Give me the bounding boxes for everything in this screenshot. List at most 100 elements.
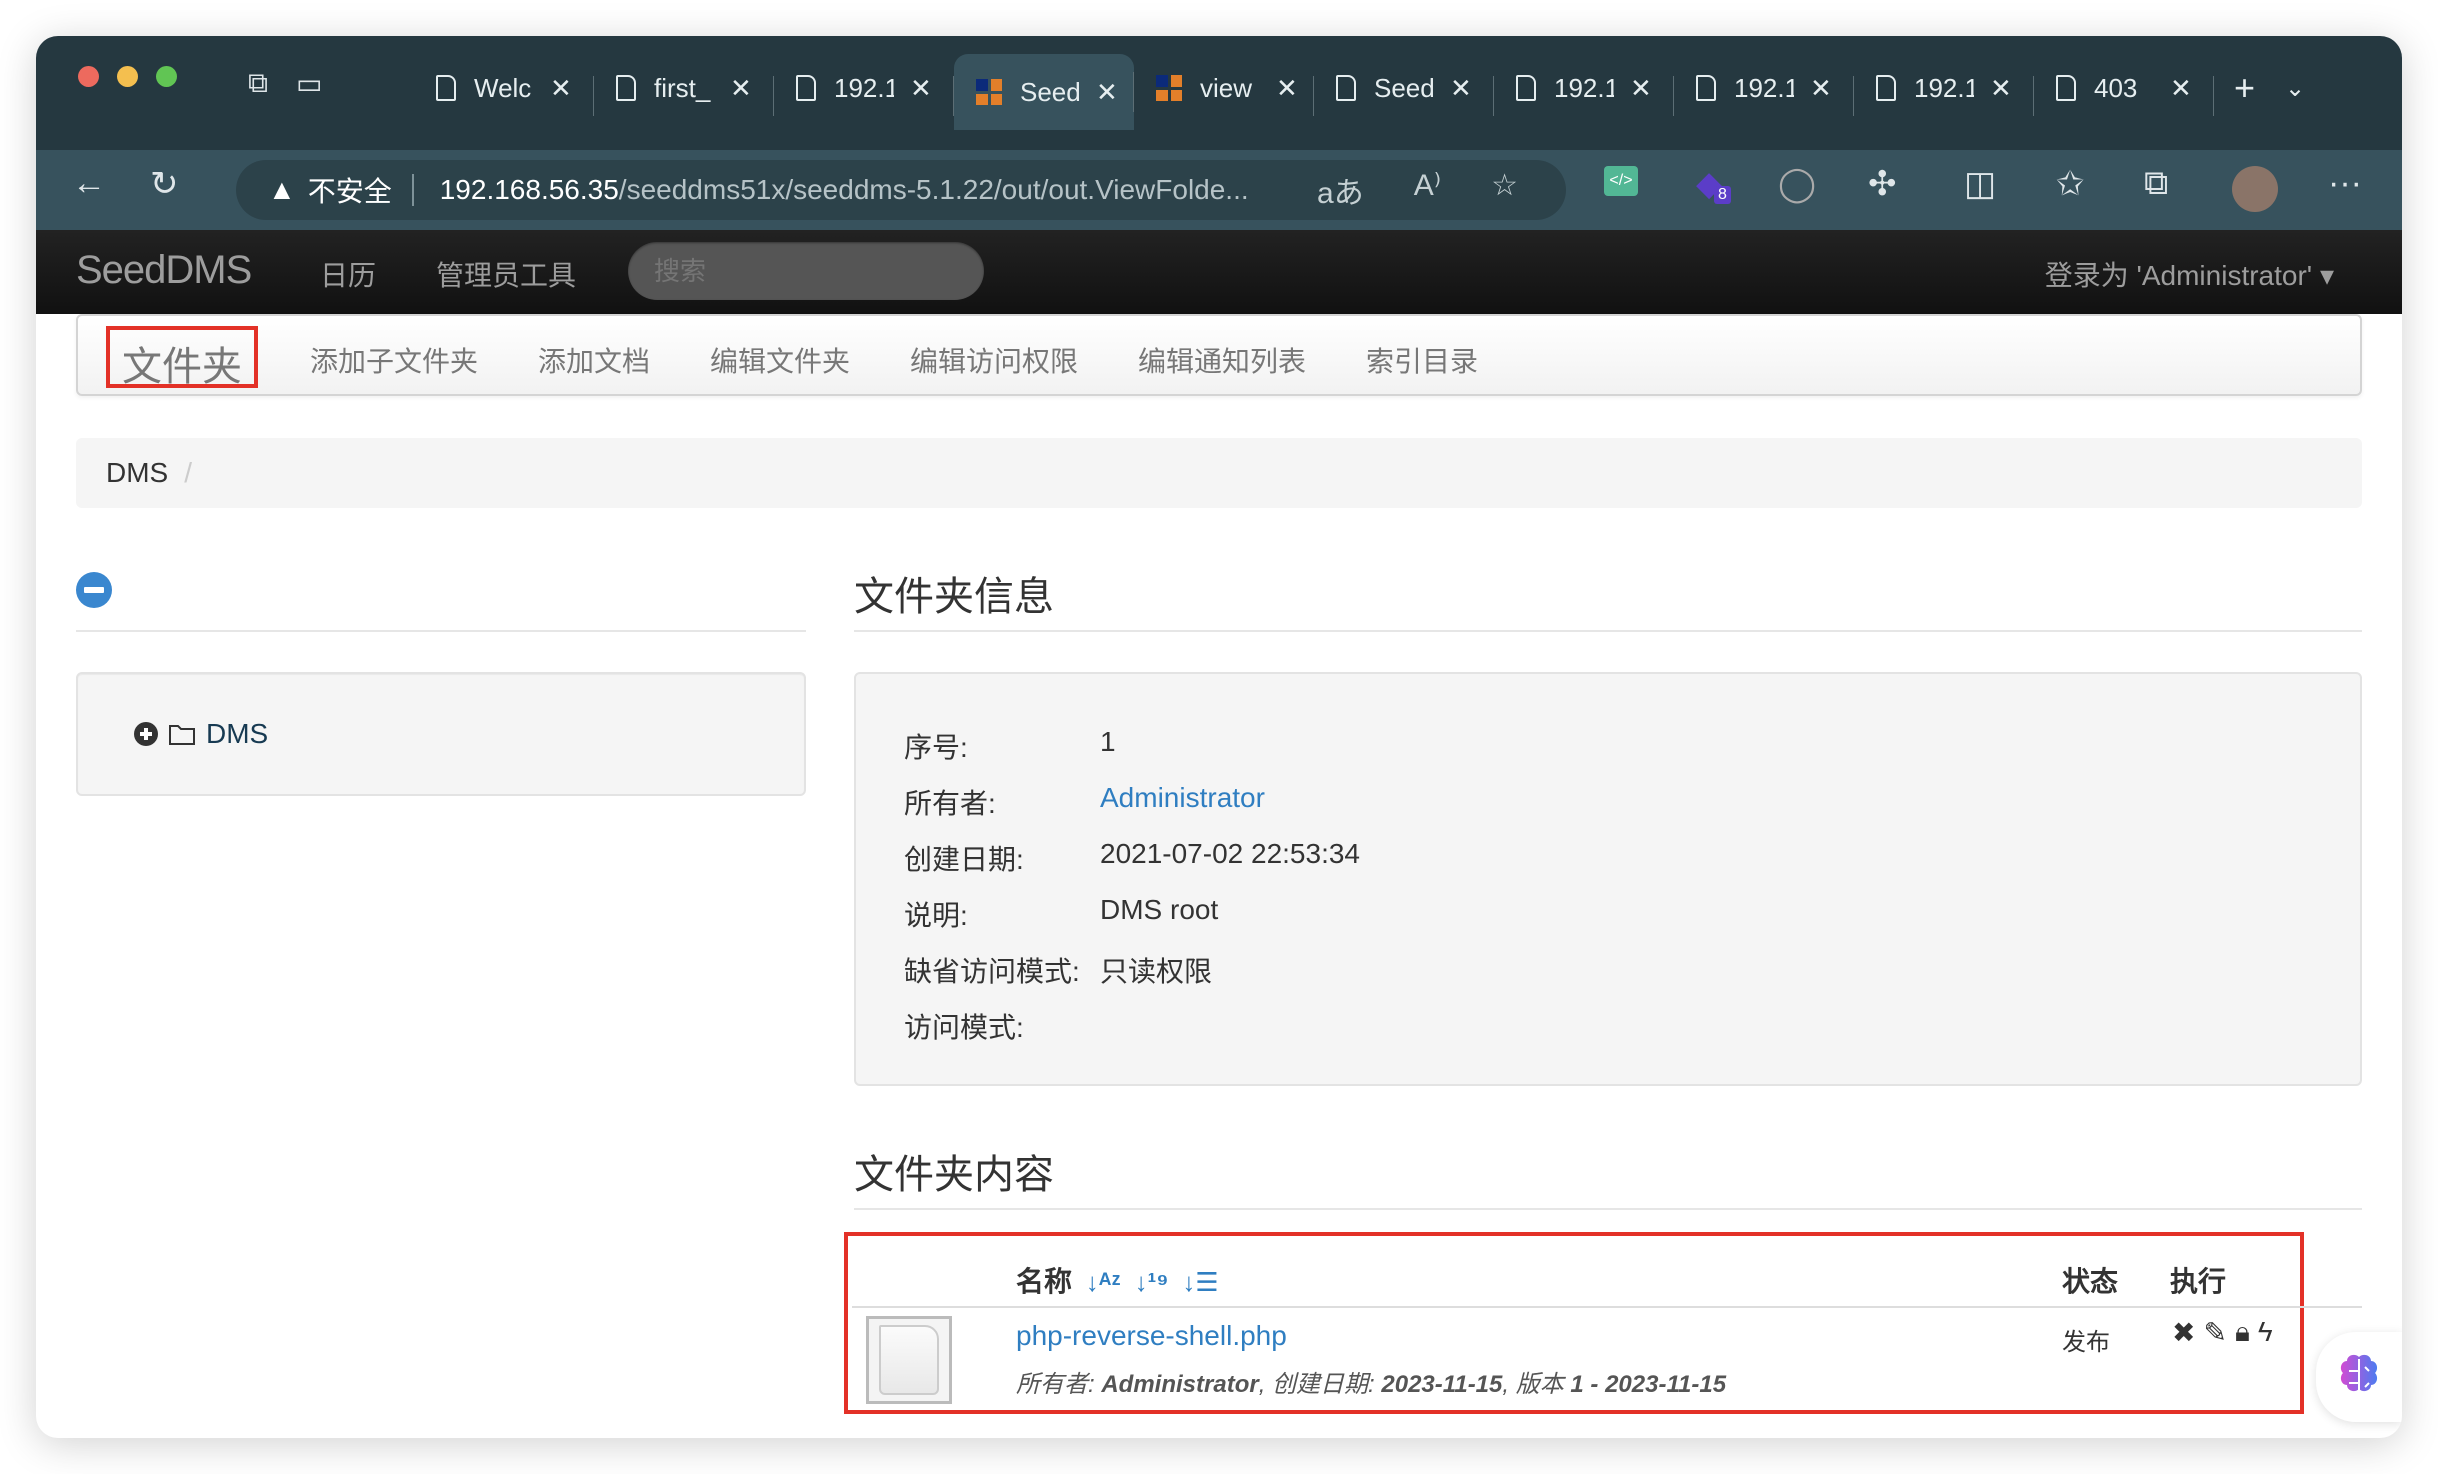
tab-close-icon[interactable]: ✕	[550, 73, 572, 104]
browser-tab[interactable]: 192.1 ✕	[1494, 58, 1674, 118]
info-row-access-mode: 访问模式:	[904, 1012, 1024, 1043]
extension-icon[interactable]: ◆ 8	[1696, 164, 1731, 204]
sort-numeric-icon[interactable]: ↓¹⁹	[1135, 1267, 1169, 1297]
tab-close-icon[interactable]: ✕	[2170, 73, 2192, 104]
back-icon[interactable]: ←	[72, 164, 106, 203]
split-screen-icon[interactable]: ◫	[1964, 164, 1996, 204]
folder-content-title: 文件夹内容	[854, 1153, 1054, 1197]
tab-actions: ⧉ ▭	[248, 60, 322, 106]
circle-extension-icon[interactable]: ◯	[1778, 164, 1816, 204]
refresh-icon[interactable]: ↻	[150, 164, 179, 204]
info-row-id: 序号: 1	[904, 726, 1116, 763]
edit-icon[interactable]: ✎	[2203, 1316, 2226, 1349]
brand-logo[interactable]: SeedDMS	[76, 248, 252, 293]
user-menu[interactable]: 登录为 'Administrator' ▾	[2045, 254, 2334, 294]
collapse-icon[interactable]	[76, 572, 112, 608]
caret-down-icon: ▾	[2319, 260, 2334, 291]
browser-tab[interactable]: 403 ✕	[2034, 58, 2214, 118]
sort-order-icon[interactable]: ↓☰	[1182, 1267, 1218, 1297]
folder-icon	[169, 725, 195, 745]
tab-close-icon[interactable]: ✕	[1450, 73, 1472, 104]
info-row-owner: 所有者: Administrator	[904, 782, 1265, 822]
search-input[interactable]	[628, 242, 984, 300]
translate-icon[interactable]: aあ	[1317, 168, 1364, 212]
subnav-edit-notify[interactable]: 编辑通知列表	[1138, 340, 1306, 380]
browser-tab[interactable]: 192.1 ✕	[774, 58, 954, 118]
workspaces-icon[interactable]: ⧉	[248, 67, 268, 100]
subnav-edit-access[interactable]: 编辑访问权限	[910, 340, 1078, 380]
tab-title: 192.1	[834, 72, 894, 103]
subnav-edit-folder[interactable]: 编辑文件夹	[710, 340, 850, 380]
owner-link[interactable]: Administrator	[1100, 782, 1265, 822]
minimize-window-button[interactable]	[117, 66, 138, 87]
favorite-star-icon[interactable]: ☆	[1491, 168, 1518, 212]
subnav-add-subfolder[interactable]: 添加子文件夹	[310, 340, 478, 380]
address-bar[interactable]: ▲ 不安全 192.168.56.35 /seeddms51x/seeddms-…	[236, 160, 1566, 220]
ai-assistant-button[interactable]	[2316, 1332, 2402, 1422]
maximize-window-button[interactable]	[156, 66, 177, 87]
file-icon	[879, 1325, 939, 1395]
tab-close-icon[interactable]: ✕	[1630, 73, 1652, 104]
lock-icon[interactable]: 🔒︎	[2235, 1316, 2250, 1349]
browser-tab[interactable]: Seed ✕	[1314, 58, 1494, 118]
close-window-button[interactable]	[78, 66, 99, 87]
nav-calendar[interactable]: 日历	[320, 254, 376, 294]
seeddms-icon	[1156, 75, 1182, 101]
tab-close-icon[interactable]: ✕	[1990, 73, 2012, 104]
browser-tab[interactable]: Seed ✕	[954, 54, 1134, 130]
sort-alpha-icon[interactable]: ↓ᴬᶻ	[1086, 1267, 1121, 1297]
col-name: 名称 ↓ᴬᶻ ↓¹⁹ ↓☰	[1016, 1266, 1219, 1297]
page-icon	[1696, 75, 1716, 101]
extension-badge: 8	[1714, 186, 1731, 204]
breadcrumb-divider: /	[184, 457, 193, 488]
browser-tab[interactable]: Welc ✕	[414, 58, 594, 118]
delete-icon[interactable]: ✖	[2172, 1316, 2195, 1349]
col-status: 状态	[2062, 1266, 2119, 1297]
tab-bar: ⧉ ▭ Welc ✕ first_ ✕ 192.1 ✕ Seed ✕ view ✕ Seed ✕ 192…	[36, 36, 2402, 156]
extensions-puzzle-icon[interactable]: ✣	[1868, 164, 1897, 204]
profile-avatar[interactable]	[2232, 166, 2278, 212]
nav-admin-tools[interactable]: 管理员工具	[436, 254, 576, 294]
vertical-tabs-icon[interactable]: ▭	[296, 67, 322, 100]
info-row-created: 创建日期: 2021-07-02 22:53:34	[904, 838, 1360, 875]
subnav-add-document[interactable]: 添加文档	[538, 340, 650, 380]
more-menu-icon[interactable]: ···	[2328, 164, 2362, 203]
document-thumbnail[interactable]	[866, 1316, 952, 1404]
brain-icon	[2340, 1354, 2378, 1395]
tab-title: Seed	[1020, 76, 1080, 107]
browser-tab[interactable]: view ✕	[1134, 58, 1314, 118]
expand-plus-icon[interactable]	[134, 722, 158, 746]
tab-close-icon[interactable]: ✕	[730, 73, 752, 104]
collections-icon[interactable]: ⧉	[2144, 164, 2168, 203]
folder-tree: DMS	[76, 672, 806, 796]
read-aloud-icon[interactable]: A⁾	[1414, 168, 1441, 212]
breadcrumb-dms[interactable]: DMS	[106, 457, 168, 489]
page-icon	[436, 75, 456, 101]
dev-extension-icon[interactable]: </>	[1604, 166, 1638, 196]
lightning-icon[interactable]: ϟ	[2258, 1316, 2273, 1349]
tab-separator	[2213, 76, 2214, 116]
subnav-folder[interactable]: 文件夹	[106, 326, 258, 389]
browser-toolbar: ← ↻ ▲ 不安全 192.168.56.35 /seeddms51x/seed…	[36, 150, 2402, 230]
browser-tab[interactable]: 192.1 ✕	[1854, 58, 2034, 118]
favorites-icon[interactable]: ✩	[2056, 164, 2085, 204]
login-label: 登录为 'Administrator'	[2044, 260, 2313, 291]
tab-menu-icon[interactable]: ⌄	[2285, 74, 2305, 103]
tab-title: Welc	[474, 72, 532, 103]
tree-label[interactable]: DMS	[206, 718, 268, 750]
document-link[interactable]: php-reverse-shell.php	[1016, 1320, 1287, 1352]
new-tab-icon[interactable]: +	[2234, 67, 2255, 109]
url-host: 192.168.56.35	[439, 174, 619, 205]
tree-node-dms[interactable]: DMS	[134, 718, 268, 750]
tab-close-icon[interactable]: ✕	[1810, 73, 1832, 104]
tab-close-icon[interactable]: ✕	[910, 73, 932, 104]
browser-tab[interactable]: first_ ✕	[594, 58, 774, 118]
subnav-index[interactable]: 索引目录	[1366, 340, 1478, 380]
url-path: /seeddms51x/seeddms-5.1.22/out/out.ViewF…	[618, 174, 1249, 205]
document-meta: 所有者: Administrator, 创建日期: 2023-11-15, 版本…	[1016, 1371, 1727, 1398]
browser-tab[interactable]: 192.1 ✕	[1674, 58, 1854, 118]
tab-close-icon[interactable]: ✕	[1276, 73, 1298, 104]
tab-title: Seed	[1374, 72, 1434, 103]
tab-title: first_	[654, 72, 711, 103]
tab-close-icon[interactable]: ✕	[1096, 77, 1118, 108]
